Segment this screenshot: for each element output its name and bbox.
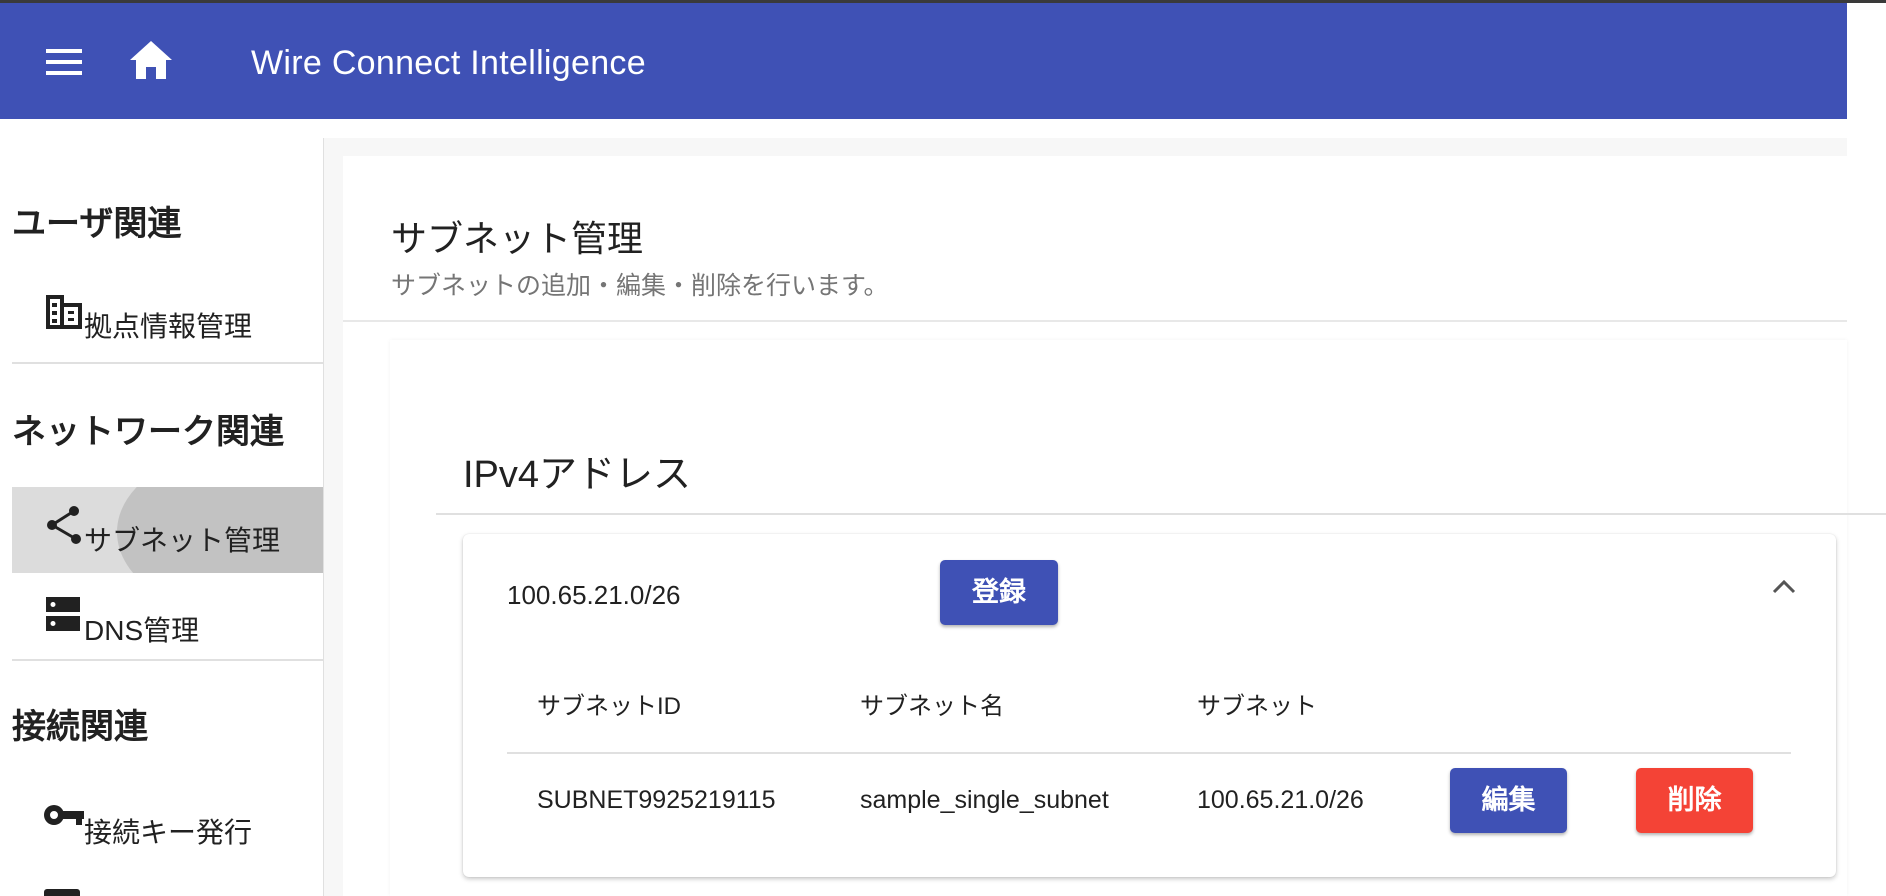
page-subtitle: サブネットの追加・編集・削除を行います。 — [391, 272, 889, 300]
page-header-divider — [343, 320, 1847, 322]
share-icon — [47, 506, 81, 544]
sidebar-item-subnet[interactable]: サブネット管理 — [12, 487, 323, 573]
sidebar-section-user: ユーザ関連 — [12, 205, 182, 243]
table-header-divider — [507, 752, 1791, 754]
sidebar-item-site-info[interactable]: 拠点情報管理 — [12, 279, 323, 365]
cell-subnet-id: SUBNET9925219115 — [537, 786, 776, 814]
column-header-subnet-name: サブネット名 — [860, 693, 1004, 720]
sidebar-divider — [12, 362, 323, 364]
sidebar-divider — [12, 659, 323, 661]
domain-icon — [46, 295, 82, 329]
panel-subnet-label: 100.65.21.0/26 — [507, 580, 681, 610]
sidebar-item-label: サブネット管理 — [84, 525, 281, 556]
page-title: サブネット管理 — [391, 218, 644, 259]
register-button[interactable]: 登録 — [940, 560, 1058, 625]
app-bar: Wire Connect Intelligence — [0, 3, 1847, 119]
edit-button[interactable]: 編集 — [1450, 768, 1567, 833]
key-icon — [44, 805, 84, 825]
ipv4-section-title: IPv4アドレス — [463, 454, 692, 496]
app-title: Wire Connect Intelligence — [251, 44, 646, 82]
sidebar-section-network: ネットワーク関連 — [12, 413, 284, 451]
chevron-up-icon[interactable] — [1769, 573, 1799, 599]
cell-subnet-name: sample_single_subnet — [860, 786, 1109, 814]
sidebar-item-connection-key[interactable]: 接続キー発行 — [12, 783, 323, 869]
sidebar-item-label: 接続キー発行 — [84, 817, 253, 848]
sidebar-item-label: DNS管理 — [84, 615, 200, 646]
sidebar-item-dns[interactable]: DNS管理 — [12, 573, 323, 659]
section-divider — [436, 513, 1886, 515]
partial-nav-icon — [44, 889, 80, 896]
dns-icon — [46, 597, 80, 631]
home-icon[interactable] — [130, 41, 172, 79]
delete-button[interactable]: 削除 — [1636, 768, 1753, 833]
menu-icon[interactable] — [46, 47, 82, 77]
sidebar-item-label: 拠点情報管理 — [84, 311, 253, 342]
column-header-subnet: サブネット — [1197, 693, 1317, 720]
sidebar-section-connection: 接続関連 — [12, 708, 148, 746]
column-header-subnet-id: サブネットID — [537, 693, 681, 720]
cell-subnet: 100.65.21.0/26 — [1197, 786, 1364, 814]
